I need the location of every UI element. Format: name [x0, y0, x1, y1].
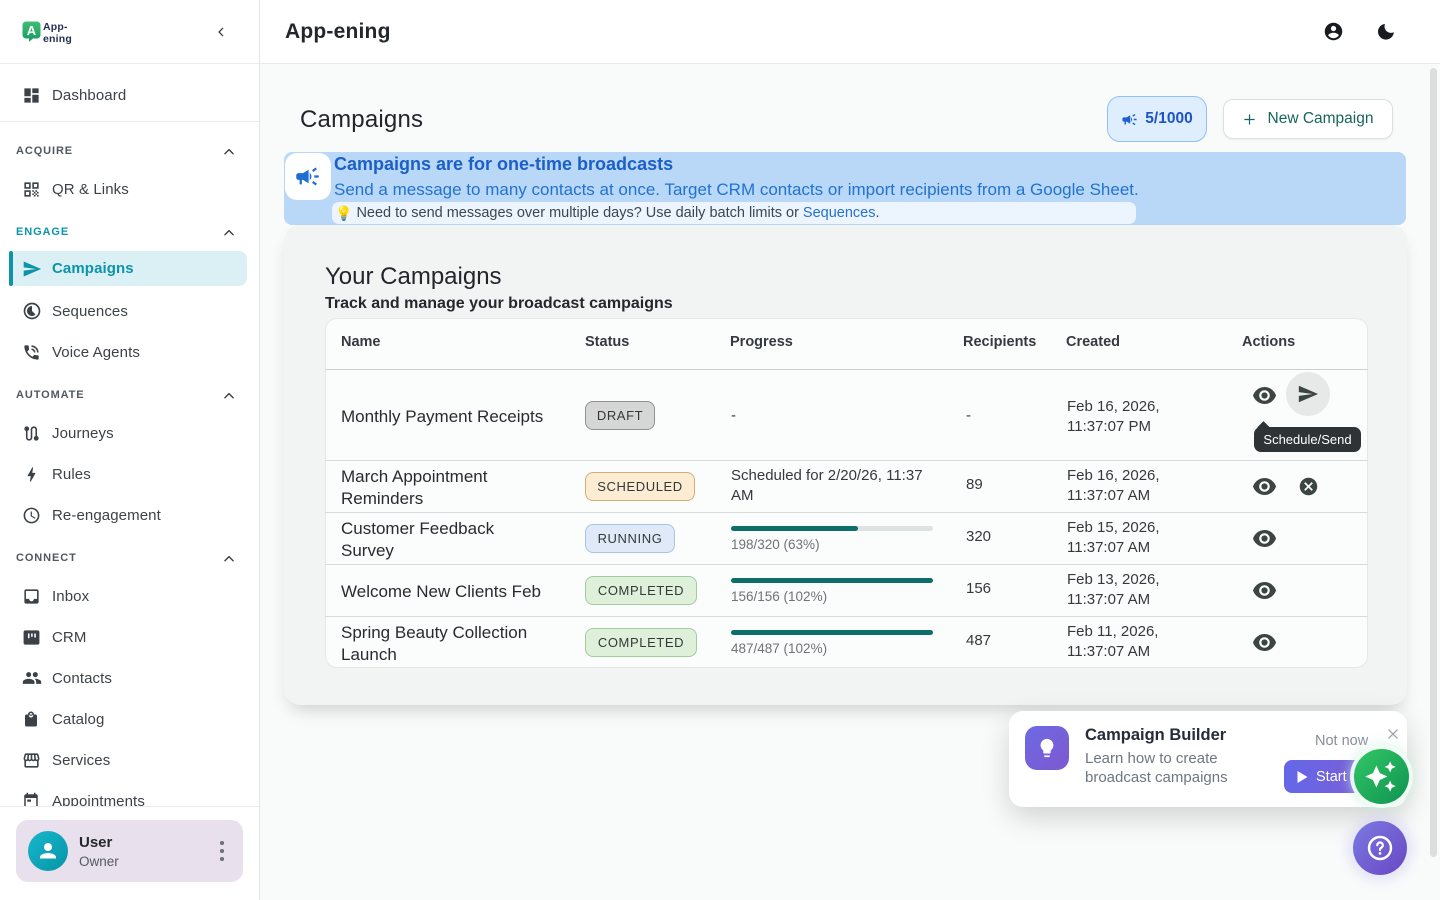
- svg-text:A: A: [27, 23, 37, 38]
